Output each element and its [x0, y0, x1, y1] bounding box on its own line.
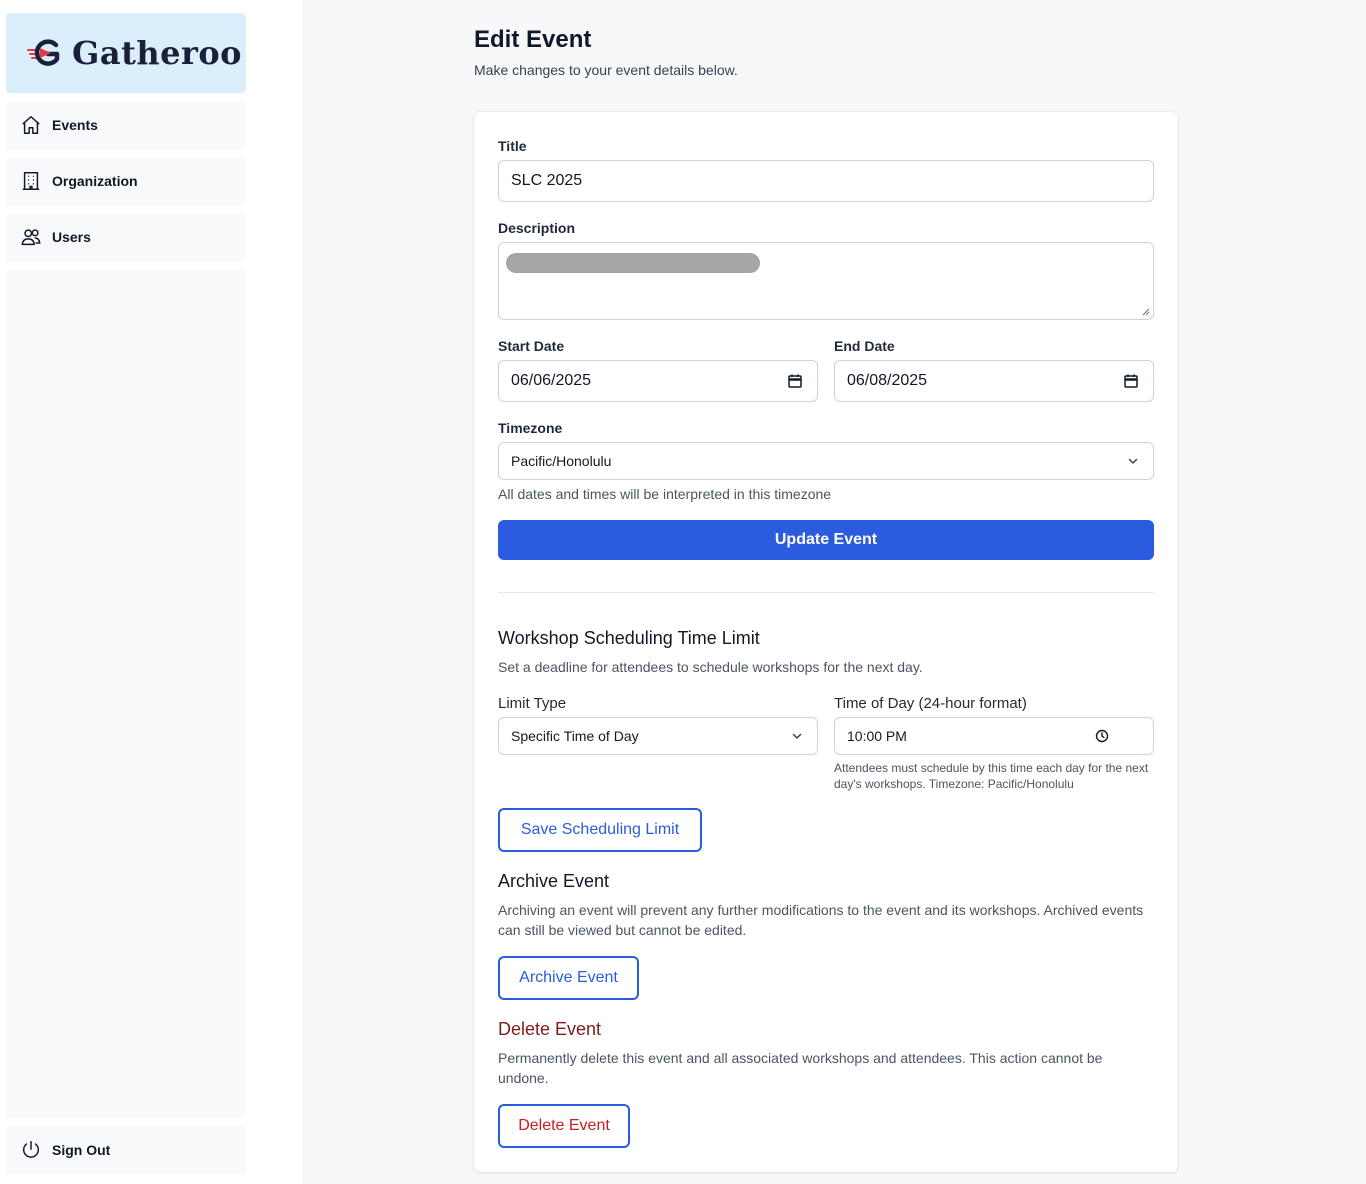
- sidebar-item-label: Organization: [52, 173, 138, 189]
- end-date-input[interactable]: 06/08/2025: [834, 360, 1154, 402]
- sidebar-item-label: Events: [52, 117, 98, 133]
- sidebar-item-events[interactable]: Events: [6, 101, 246, 149]
- archive-title: Archive Event: [498, 871, 610, 891]
- redacted-text: [506, 253, 760, 273]
- timezone-value: Pacific/Honolulu: [511, 453, 612, 469]
- sidebar-spacer: [6, 269, 246, 1117]
- end-date-label: End Date: [834, 338, 895, 354]
- brand-logo[interactable]: Gatheroo: [6, 13, 246, 93]
- chevron-down-icon: [1127, 455, 1139, 467]
- sidebar-item-users[interactable]: Users: [6, 213, 246, 261]
- delete-description: Permanently delete this event and all as…: [498, 1050, 1103, 1086]
- scheduling-title: Workshop Scheduling Time Limit: [498, 628, 760, 648]
- resize-grip-icon[interactable]: [1142, 308, 1150, 316]
- limit-type-label: Limit Type: [498, 695, 567, 712]
- archive-event-button[interactable]: Archive Event: [498, 956, 639, 1000]
- users-icon: [20, 226, 42, 248]
- sidebar-item-organization[interactable]: Organization: [6, 157, 246, 205]
- calendar-icon[interactable]: [787, 373, 803, 389]
- delete-event-button[interactable]: Delete Event: [498, 1104, 630, 1148]
- limit-type-select[interactable]: Specific Time of Day: [498, 717, 818, 755]
- brand-name: Gatheroo: [72, 34, 243, 72]
- time-of-day-help: Attendees must schedule by this time eac…: [834, 761, 1149, 791]
- timezone-select[interactable]: Pacific/Honolulu: [498, 442, 1154, 480]
- timezone-help: All dates and times will be interpreted …: [498, 486, 832, 502]
- power-icon: [20, 1139, 42, 1161]
- sign-out-button[interactable]: Sign Out: [6, 1126, 246, 1174]
- start-date-input[interactable]: 06/06/2025: [498, 360, 818, 402]
- building-icon: [20, 170, 42, 192]
- chevron-down-icon: [791, 730, 803, 742]
- page-title: Edit Event: [474, 26, 592, 53]
- calendar-icon[interactable]: [1123, 373, 1139, 389]
- limit-type-value: Specific Time of Day: [511, 728, 639, 744]
- title-value: SLC 2025: [511, 172, 583, 189]
- time-of-day-input[interactable]: 10:00 PM: [834, 717, 1154, 755]
- time-of-day-value: 10:00 PM: [847, 728, 907, 744]
- save-scheduling-limit-button[interactable]: Save Scheduling Limit: [498, 808, 702, 852]
- clock-icon[interactable]: [1095, 729, 1109, 743]
- start-date-label: Start Date: [498, 338, 565, 354]
- time-of-day-label: Time of Day (24-hour format): [834, 695, 1027, 712]
- delete-title: Delete Event: [498, 1019, 602, 1039]
- home-icon: [20, 114, 42, 136]
- title-input[interactable]: SLC 2025: [498, 160, 1154, 202]
- title-label: Title: [498, 138, 527, 154]
- page-subtitle: Make changes to your event details below…: [474, 62, 738, 78]
- sidebar: Gatheroo Events Organization Users Sign …: [0, 0, 302, 1184]
- logo-mark-icon: [27, 39, 60, 66]
- end-date-value: 06/08/2025: [847, 372, 928, 389]
- sidebar-item-label: Users: [52, 229, 91, 245]
- update-event-button[interactable]: Update Event: [498, 520, 1154, 560]
- description-textarea[interactable]: [498, 242, 1154, 320]
- section-divider: [498, 592, 1154, 593]
- scheduling-description: Set a deadline for attendees to schedule…: [498, 659, 923, 675]
- description-label: Description: [498, 220, 576, 236]
- timezone-label: Timezone: [498, 420, 563, 436]
- edit-event-card: Title SLC 2025 Description Start Date 06…: [474, 112, 1178, 1172]
- archive-description: Archiving an event will prevent any furt…: [498, 902, 1144, 938]
- sign-out-label: Sign Out: [52, 1142, 111, 1158]
- start-date-value: 06/06/2025: [511, 372, 592, 389]
